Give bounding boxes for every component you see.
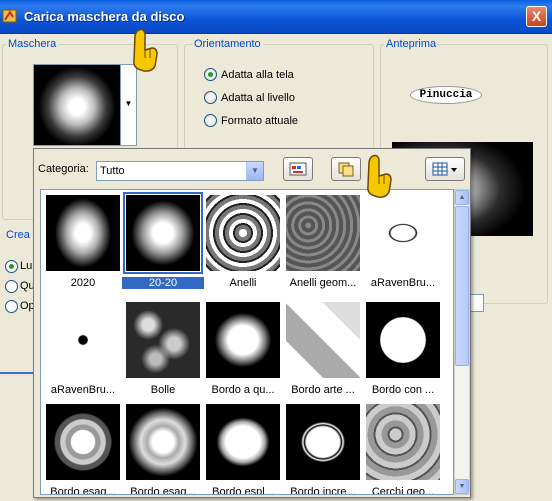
- mask-tile-label: Anelli: [229, 277, 257, 289]
- title-bar: Carica maschera da disco X: [0, 0, 552, 34]
- mask-tile-label: Bolle: [150, 384, 176, 396]
- category-label: Categoria:: [38, 163, 89, 175]
- right-input-field[interactable]: [470, 294, 484, 312]
- anteprima-label: Anteprima: [384, 38, 439, 50]
- copy-folder-icon: [338, 162, 354, 177]
- mask-tile-preview: [46, 302, 120, 378]
- view-options-button[interactable]: [425, 157, 465, 181]
- orientamento-label: Orientamento: [192, 38, 263, 50]
- mask-tile[interactable]: 20-20: [122, 192, 204, 291]
- maschera-label: Maschera: [6, 38, 59, 50]
- orient-option-canvas[interactable]: Adatta alla tela: [204, 68, 294, 81]
- crea-option-1: Lu: [20, 260, 33, 272]
- category-select[interactable]: Tutto ▼: [96, 161, 264, 181]
- mask-tile-preview: [286, 195, 360, 271]
- mask-tile[interactable]: aRavenBru...: [46, 302, 120, 398]
- mask-tile-label: Bordo a qu...: [211, 384, 275, 396]
- mask-gallery-popup: Categoria: Tutto ▼ 2020 20-20 Anelli Anelli…: [33, 148, 471, 498]
- mask-tile-preview: [206, 195, 280, 271]
- mask-tile-preview: [206, 404, 280, 480]
- mask-tile[interactable]: Bordo a qu...: [206, 302, 280, 398]
- pointing-hand-icon: [133, 28, 158, 72]
- mask-tile-preview: [366, 302, 440, 378]
- edit-mask-icon: [289, 162, 307, 176]
- mask-thumbnail[interactable]: [33, 64, 121, 146]
- crea-radio-3[interactable]: [5, 300, 18, 313]
- mask-tile[interactable]: Bordo incre...: [286, 404, 360, 494]
- mask-tile-label: 20-20: [122, 277, 204, 289]
- mask-tile-label: Bordo esag...: [130, 486, 196, 495]
- mask-tile[interactable]: Bordo esag...: [46, 404, 120, 494]
- copy-folder-button[interactable]: [331, 157, 361, 181]
- mask-tile[interactable]: Cerchi geo...: [366, 404, 440, 494]
- mask-tile-label: Bordo incre...: [290, 486, 356, 495]
- mask-tile[interactable]: Anelli: [206, 195, 280, 291]
- mask-tile-label: Anelli geom...: [289, 277, 357, 289]
- edit-mask-button[interactable]: [283, 157, 313, 181]
- mask-tile-label: aRavenBru...: [50, 384, 116, 396]
- view-options-icon: [432, 162, 457, 176]
- mask-tile-label: Bordo esag...: [50, 486, 116, 495]
- crea-radio-1[interactable]: [5, 260, 18, 273]
- mask-tile[interactable]: Bordo con ...: [366, 302, 440, 398]
- radio-button[interactable]: [204, 68, 217, 81]
- mask-tile[interactable]: 2020: [46, 195, 120, 291]
- mask-tile-label: Bordo con ...: [371, 384, 435, 396]
- mask-dropdown-button[interactable]: ▼: [121, 64, 137, 146]
- mask-tile-preview: [206, 302, 280, 378]
- mask-tile-preview: [366, 404, 440, 480]
- orientamento-group: [184, 44, 374, 164]
- mask-tile-preview: [286, 404, 360, 480]
- signature-logo: Pinuccia: [410, 86, 482, 104]
- mask-tile[interactable]: Bolle: [126, 302, 200, 398]
- mask-tile-label: Cerchi geo...: [371, 486, 435, 495]
- orient-option-label: Formato attuale: [221, 114, 299, 127]
- mask-tile-preview: [126, 404, 200, 480]
- gallery-scrollbar[interactable]: ▲ ▼: [454, 189, 470, 495]
- mask-tile-preview: [46, 195, 120, 271]
- scroll-down-button[interactable]: ▼: [455, 479, 469, 494]
- category-value: Tutto: [100, 165, 125, 177]
- mask-tile-label: 2020: [70, 277, 96, 289]
- mask-tile[interactable]: Bordo esag...: [126, 404, 200, 494]
- mask-tile[interactable]: Bordo espl...: [206, 404, 280, 494]
- mask-thumbnail-grid[interactable]: 2020 20-20 Anelli Anelli geom... aRavenBru..…: [40, 189, 454, 495]
- mask-tile-preview: [46, 404, 120, 480]
- pointing-hand-icon: [367, 154, 392, 198]
- mask-tile[interactable]: aRavenBru...: [366, 195, 440, 291]
- crea-label: Crea: [6, 229, 30, 241]
- crea-radio-2[interactable]: [5, 280, 18, 293]
- mask-tile-label: Bordo arte ...: [291, 384, 355, 396]
- scroll-up-button[interactable]: ▲: [455, 190, 469, 205]
- app-icon: [2, 9, 17, 23]
- chevron-down-icon[interactable]: ▼: [246, 162, 263, 180]
- radio-button[interactable]: [204, 91, 217, 104]
- mask-tile[interactable]: Bordo arte ...: [286, 302, 360, 398]
- orient-option-label: Adatta alla tela: [221, 68, 294, 81]
- orient-option-label: Adatta al livello: [221, 91, 295, 104]
- window-title: Carica maschera da disco: [24, 9, 185, 24]
- mask-tile-label: aRavenBru...: [370, 277, 436, 289]
- mask-tile-preview: [366, 195, 440, 271]
- orient-option-layer[interactable]: Adatta al livello: [204, 91, 295, 104]
- mask-tile-preview: [126, 302, 200, 378]
- scroll-thumb[interactable]: [455, 206, 469, 366]
- mask-tile[interactable]: Anelli geom...: [286, 195, 360, 291]
- mask-tile-preview: [286, 302, 360, 378]
- mask-tile-preview: [123, 192, 203, 274]
- orient-option-current[interactable]: Formato attuale: [204, 114, 298, 127]
- close-button[interactable]: X: [526, 6, 547, 27]
- radio-button[interactable]: [204, 114, 217, 127]
- mask-tile-label: Bordo espl...: [212, 486, 274, 495]
